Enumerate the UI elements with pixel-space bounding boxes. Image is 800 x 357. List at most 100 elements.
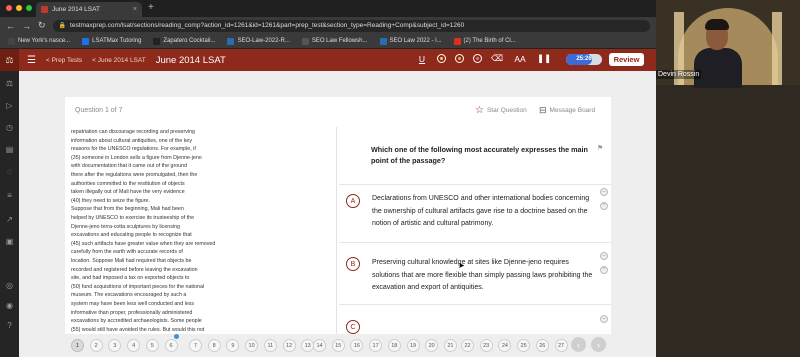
bookmark-item[interactable]: SEO Law Fellowsh... bbox=[301, 37, 368, 45]
option-letter[interactable]: A bbox=[346, 194, 360, 208]
flag-icon[interactable]: ⚑ bbox=[597, 144, 603, 152]
page-button[interactable]: 16 bbox=[350, 339, 364, 352]
page-button[interactable]: 3 bbox=[108, 339, 122, 352]
chevron-up-icon[interactable]: ^ bbox=[600, 266, 608, 274]
highlight-pink-icon[interactable] bbox=[473, 54, 482, 63]
menu-icon[interactable]: ☰ bbox=[27, 55, 36, 66]
page-button[interactable]: 11 bbox=[263, 339, 277, 352]
page-button[interactable]: 25 bbox=[517, 339, 531, 352]
page-button[interactable]: 10 bbox=[245, 339, 259, 352]
option-text[interactable]: Preserving cultural knowledge at sites l… bbox=[372, 257, 597, 295]
color-dot bbox=[439, 56, 443, 60]
page-button[interactable]: 21 bbox=[443, 339, 457, 352]
current-position-marker bbox=[174, 334, 179, 339]
bookmark-item[interactable]: SEO Law 2022 - l... bbox=[379, 37, 442, 45]
underline-icon[interactable]: U bbox=[416, 54, 428, 64]
font-size-icon[interactable]: AA bbox=[512, 54, 528, 64]
reload-icon[interactable]: ↻ bbox=[38, 20, 46, 31]
star-icon: ☆ bbox=[475, 105, 484, 116]
page-button[interactable]: 20 bbox=[425, 339, 439, 352]
bookmark-item[interactable]: New York's nasce... bbox=[8, 37, 71, 45]
back-arrow-icon[interactable]: ← bbox=[6, 21, 15, 31]
message-board-button[interactable]: ⊟ Message Board bbox=[539, 105, 595, 116]
eraser-icon[interactable]: ⌫ bbox=[491, 53, 503, 64]
eliminate-icon[interactable]: – bbox=[600, 188, 608, 196]
clock-icon[interactable]: ◷ bbox=[4, 123, 15, 133]
pause-icon[interactable]: ❚❚ bbox=[537, 53, 551, 64]
passage-line: recorded and registered before leaving t… bbox=[71, 266, 198, 273]
page-button[interactable]: 1 bbox=[71, 339, 84, 352]
forward-arrow-icon[interactable]: → bbox=[22, 21, 31, 31]
option-letter[interactable]: B bbox=[346, 257, 360, 271]
video-icon[interactable]: ▷ bbox=[4, 101, 15, 111]
help-icon[interactable]: ? bbox=[4, 321, 15, 331]
close-tab-icon[interactable]: × bbox=[133, 6, 137, 13]
minimize-window-button[interactable] bbox=[16, 5, 22, 11]
page-button[interactable]: 18 bbox=[387, 339, 401, 352]
highlight-orange-icon[interactable] bbox=[455, 54, 464, 63]
bookmark-item[interactable]: LSATMax Tutoring bbox=[82, 37, 141, 45]
new-tab-button[interactable]: + bbox=[148, 2, 154, 13]
browser-tab[interactable]: June 2014 LSAT × bbox=[36, 2, 142, 17]
passage-line: carefully from the earth with accurate r… bbox=[71, 249, 183, 256]
bookmark-item[interactable]: SEO-Law-2022-R... bbox=[227, 37, 290, 45]
page-button[interactable]: 7 bbox=[189, 339, 202, 352]
option-letter[interactable]: C bbox=[346, 320, 360, 334]
page-button[interactable]: 22 bbox=[461, 339, 474, 352]
page-button[interactable]: 5 bbox=[145, 339, 159, 352]
review-button[interactable]: Review bbox=[609, 53, 644, 66]
star-question-label: Star Question bbox=[486, 107, 527, 114]
page-button[interactable]: 8 bbox=[207, 339, 221, 352]
question-stem: Which one of the following most accurate… bbox=[371, 145, 588, 165]
timer[interactable]: 25:26 bbox=[566, 54, 602, 65]
color-dot bbox=[475, 56, 479, 60]
bookmark-favicon-icon bbox=[8, 37, 15, 45]
book-icon[interactable]: ▤ bbox=[4, 145, 15, 155]
trend-icon[interactable]: ↗ bbox=[4, 215, 15, 225]
timer-text: 25:26 bbox=[576, 56, 592, 62]
passage-pane[interactable]: repatriation can discourage recording an… bbox=[65, 127, 337, 357]
breadcrumb-prep-tests[interactable]: < Prep Tests bbox=[46, 57, 82, 64]
page-button[interactable]: 17 bbox=[369, 339, 383, 352]
page-button[interactable]: 2 bbox=[89, 339, 103, 352]
page-button[interactable]: 6 bbox=[164, 339, 178, 352]
star-question-button[interactable]: ☆ Star Question bbox=[475, 105, 527, 116]
page-button[interactable]: 23 bbox=[479, 339, 493, 352]
highlight-yellow-icon[interactable] bbox=[437, 54, 446, 63]
bookmark-item[interactable]: (2) The Birth of Cl... bbox=[453, 37, 516, 45]
page-button[interactable]: 24 bbox=[498, 339, 512, 352]
page-button[interactable]: 27 bbox=[554, 339, 568, 352]
previous-arrow-button[interactable]: ‹ bbox=[571, 337, 586, 352]
eliminate-icon[interactable]: – bbox=[600, 315, 608, 323]
address-bar[interactable]: 🔒 testmaxprep.com/lsat/sections/reading_… bbox=[52, 19, 650, 32]
passage-line: (45) such artifacts have greater value w… bbox=[71, 240, 216, 247]
passage-line: museum. The excavations encouraged by su… bbox=[71, 292, 187, 299]
close-window-button[interactable] bbox=[6, 5, 12, 11]
option-text[interactable]: Declarations from UNESCO and other inter… bbox=[372, 193, 597, 231]
bookmark-item[interactable]: Zapatero Cocktail... bbox=[153, 37, 215, 45]
lock-icon[interactable]: ▣ bbox=[4, 237, 15, 247]
bookmark-label: New York's nasce... bbox=[18, 38, 71, 44]
page-title: June 2014 LSAT bbox=[155, 54, 226, 66]
user-icon[interactable]: ◎ bbox=[4, 281, 15, 291]
chevron-up-icon[interactable]: ^ bbox=[600, 202, 608, 210]
page-button[interactable]: 14 bbox=[313, 339, 326, 352]
page-button[interactable]: 15 bbox=[331, 339, 345, 352]
page-button[interactable]: 19 bbox=[406, 339, 420, 352]
page-button[interactable]: 12 bbox=[282, 339, 296, 352]
list-icon[interactable]: ≡ bbox=[4, 191, 15, 201]
breadcrumb-test[interactable]: < June 2014 LSAT bbox=[92, 57, 146, 64]
eliminate-icon[interactable]: – bbox=[600, 252, 608, 260]
scales-icon[interactable]: ⚖ bbox=[4, 79, 15, 89]
page-button[interactable]: 4 bbox=[127, 339, 141, 352]
bookmark-favicon-icon bbox=[379, 37, 387, 45]
page-button[interactable]: 9 bbox=[226, 339, 240, 352]
question-card: Question 1 of 7 ☆ Star Question ⊟ Messag… bbox=[65, 97, 611, 357]
scales-logo-icon[interactable]: ⚖ bbox=[0, 49, 19, 71]
profile-icon[interactable]: ◉ bbox=[4, 301, 15, 311]
passage-line: (50) fund acquisitions of important piec… bbox=[71, 283, 205, 290]
chat-icon[interactable]: ◌ bbox=[4, 167, 15, 177]
page-button[interactable]: 26 bbox=[535, 339, 549, 352]
next-arrow-button[interactable]: › bbox=[591, 337, 606, 352]
zoom-window-button[interactable] bbox=[26, 5, 32, 11]
